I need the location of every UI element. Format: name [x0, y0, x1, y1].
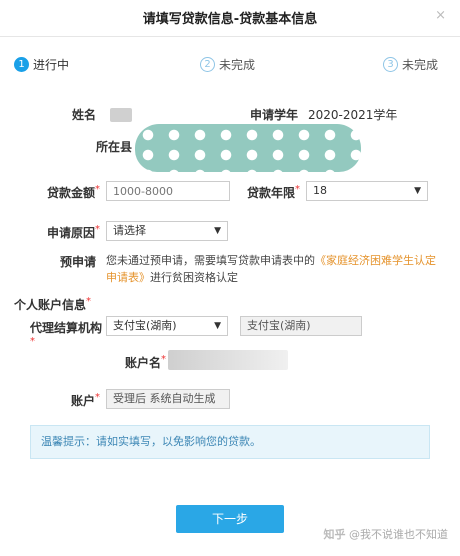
loan-term-label-text: 贷款年限 [246, 186, 295, 200]
step-2-label: 未完成 [219, 58, 256, 72]
personal-account-label-text: 个人账户信息 [14, 298, 87, 312]
required-mark: * [95, 184, 100, 195]
watermark: 知乎 @我不说谁也不知道 [324, 526, 449, 542]
account-field: 受理后 系统自动生成 [106, 389, 230, 409]
agent-value: 支付宝(湖南) [113, 319, 177, 332]
required-mark: * [30, 336, 35, 347]
name-value-redacted [110, 108, 132, 122]
required-mark: * [86, 296, 92, 307]
reason-label-text: 申请原因 [46, 226, 95, 240]
loan-term-select[interactable]: 18 ▼ [306, 181, 428, 201]
precredit-text-1: 您未通过预申请，需要填写贷款申请表中的 [106, 254, 315, 267]
step-3-number: 3 [383, 57, 398, 72]
loan-amount-label-text: 贷款金额 [46, 186, 95, 200]
redaction-hearts-sticker [135, 124, 361, 172]
chevron-down-icon: ▼ [214, 321, 221, 331]
loan-amount-label: 贷款金额* [30, 184, 100, 201]
required-mark: * [95, 392, 100, 403]
loan-term-label: 贷款年限* [236, 184, 300, 201]
watermark-brand: 知乎 [323, 528, 346, 541]
next-button[interactable]: 下一步 [176, 505, 284, 533]
step-1-label: 进行中 [33, 58, 70, 72]
agent-label: 代理结算机构* [30, 320, 102, 355]
school-year-label: 申请学年 [249, 108, 298, 122]
step-2: 2 未完成 [200, 56, 255, 73]
loan-amount-input[interactable] [106, 181, 230, 201]
step-3: 3 未完成 [383, 56, 438, 73]
personal-account-label: 个人账户信息* [14, 296, 100, 313]
reason-value: 请选择 [113, 224, 146, 237]
account-name-label: 账户名* [110, 354, 166, 371]
required-mark: * [295, 184, 300, 195]
precredit-notice: 您未通过预申请，需要填写贷款申请表中的《家庭经济困难学生认定申请表》进行贫困资格… [106, 252, 446, 286]
required-mark: * [95, 224, 100, 235]
watermark-author: @我不说谁也不知道 [349, 528, 448, 541]
chevron-down-icon: ▼ [414, 186, 421, 196]
loan-term-value: 18 [313, 184, 327, 197]
dialog-title: 请填写贷款信息-贷款基本信息 [142, 12, 318, 27]
chevron-down-icon: ▼ [214, 226, 221, 236]
title-divider [0, 36, 460, 37]
step-1-number: 1 [14, 57, 29, 72]
name-label: 姓名 [71, 108, 96, 122]
step-3-label: 未完成 [402, 58, 439, 72]
school-year-value: 2020-2021学年 [308, 108, 398, 122]
precredit-label: 预申请 [59, 255, 96, 269]
close-icon[interactable]: × [435, 8, 446, 23]
tip-banner: 温馨提示：请如实填写，以免影响您的贷款。 [30, 425, 430, 459]
precredit-text-2: 进行贫困资格认定 [150, 271, 238, 284]
required-mark: * [161, 354, 166, 365]
account-label: 账户* [50, 392, 100, 409]
agent-select[interactable]: 支付宝(湖南) ▼ [106, 316, 228, 336]
account-name-field-redacted [168, 350, 288, 370]
agent-display-field: 支付宝(湖南) [240, 316, 362, 336]
reason-select[interactable]: 请选择 ▼ [106, 221, 228, 241]
step-1: 1 进行中 [14, 56, 69, 73]
account-name-label-text: 账户名 [124, 356, 161, 370]
step-2-number: 2 [200, 57, 215, 72]
reason-label: 申请原因* [30, 224, 100, 241]
account-label-text: 账户 [70, 394, 95, 408]
agent-label-text: 代理结算机构 [30, 321, 103, 335]
